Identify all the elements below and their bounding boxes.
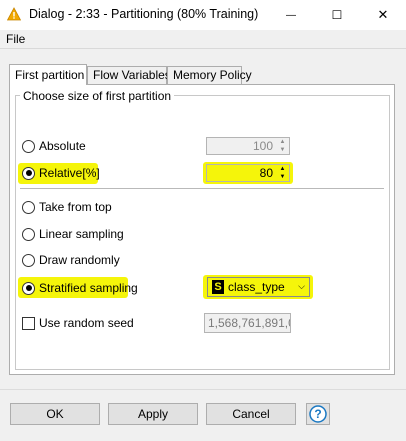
cancel-button[interactable]: Cancel bbox=[206, 403, 296, 425]
random-seed-checkbox[interactable] bbox=[22, 316, 35, 330]
relative-spinner[interactable]: 80 ▲ ▼ bbox=[206, 164, 290, 182]
help-button[interactable]: ? bbox=[306, 403, 330, 425]
stratified-sampling-option[interactable]: Stratified sampling bbox=[22, 279, 138, 297]
warning-icon bbox=[7, 7, 21, 21]
string-type-icon: S bbox=[212, 280, 224, 294]
linear-sampling-option[interactable]: Linear sampling bbox=[22, 225, 124, 243]
stratified-column-value: class_type bbox=[228, 280, 285, 294]
draw-randomly-label: Draw randomly bbox=[39, 253, 120, 267]
maximize-button[interactable]: ☐ bbox=[314, 0, 360, 30]
relative-value: 80 bbox=[259, 166, 273, 180]
absolute-radio[interactable] bbox=[22, 139, 35, 153]
random-seed-label: Use random seed bbox=[39, 316, 134, 330]
chevron-down-icon[interactable]: ⌵ bbox=[298, 281, 305, 292]
spin-down-icon[interactable]: ▼ bbox=[277, 174, 288, 180]
draw-randomly-option[interactable]: Draw randomly bbox=[22, 251, 120, 269]
tab-flow-variables[interactable]: Flow Variables bbox=[87, 66, 171, 84]
take-from-top-option[interactable]: Take from top bbox=[22, 198, 112, 216]
take-from-top-label: Take from top bbox=[39, 200, 112, 214]
cancel-label: Cancel bbox=[232, 407, 270, 421]
random-seed-value: 1,568,761,891,0 bbox=[208, 316, 291, 330]
linear-sampling-label: Linear sampling bbox=[39, 227, 124, 241]
ok-button[interactable]: OK bbox=[10, 403, 100, 425]
minimize-button[interactable]: — bbox=[268, 0, 314, 30]
minimize-icon: — bbox=[286, 9, 296, 21]
menu-file[interactable]: File bbox=[6, 32, 25, 46]
title-bar[interactable]: Dialog - 2:33 - Partitioning (80% Traini… bbox=[0, 0, 406, 30]
linear-sampling-radio[interactable] bbox=[22, 227, 35, 241]
relative-radio[interactable] bbox=[22, 166, 35, 180]
tab-label: Memory Policy bbox=[173, 68, 252, 82]
absolute-value: 100 bbox=[252, 139, 273, 153]
maximize-icon: ☐ bbox=[331, 8, 343, 22]
ok-label: OK bbox=[46, 407, 64, 421]
apply-label: Apply bbox=[137, 407, 169, 421]
spin-up-icon[interactable]: ▲ bbox=[277, 139, 288, 145]
menu-bar: File bbox=[0, 30, 406, 48]
apply-button[interactable]: Apply bbox=[108, 403, 198, 425]
tab-label: First partition bbox=[15, 68, 85, 82]
spin-up-icon[interactable]: ▲ bbox=[277, 166, 288, 172]
stratified-sampling-radio[interactable] bbox=[22, 281, 35, 295]
help-label: ? bbox=[314, 407, 322, 421]
menu-divider bbox=[0, 48, 406, 49]
absolute-radio-option[interactable]: Absolute bbox=[22, 137, 86, 155]
group-separator bbox=[20, 188, 384, 189]
tab-label: Flow Variables bbox=[93, 68, 171, 82]
close-icon: ✕ bbox=[377, 7, 389, 22]
random-seed-input[interactable]: 1,568,761,891,0 bbox=[204, 313, 291, 333]
relative-radio-option[interactable]: Relative[%] bbox=[22, 164, 100, 182]
draw-randomly-radio[interactable] bbox=[22, 253, 35, 267]
tab-memory-policy[interactable]: Memory Policy bbox=[167, 66, 252, 84]
stratified-sampling-label: Stratified sampling bbox=[39, 281, 138, 295]
take-from-top-radio[interactable] bbox=[22, 200, 35, 214]
footer-divider bbox=[0, 389, 406, 390]
relative-label: Relative[%] bbox=[39, 166, 100, 180]
spin-down-icon[interactable]: ▼ bbox=[277, 147, 288, 153]
group-title: Choose size of first partition bbox=[20, 89, 175, 103]
stratified-column-select[interactable]: S class_type ⌵ bbox=[207, 277, 310, 297]
absolute-spin-buttons[interactable]: ▲ ▼ bbox=[277, 139, 288, 153]
absolute-spinner[interactable]: 100 ▲ ▼ bbox=[206, 137, 290, 155]
absolute-label: Absolute bbox=[39, 139, 86, 153]
close-button[interactable]: ✕ bbox=[360, 0, 406, 30]
random-seed-option[interactable]: Use random seed bbox=[22, 314, 134, 332]
relative-spin-buttons[interactable]: ▲ ▼ bbox=[277, 166, 288, 180]
tab-first-partition[interactable]: First partition bbox=[9, 64, 87, 85]
window-title: Dialog - 2:33 - Partitioning (80% Traini… bbox=[29, 7, 259, 21]
